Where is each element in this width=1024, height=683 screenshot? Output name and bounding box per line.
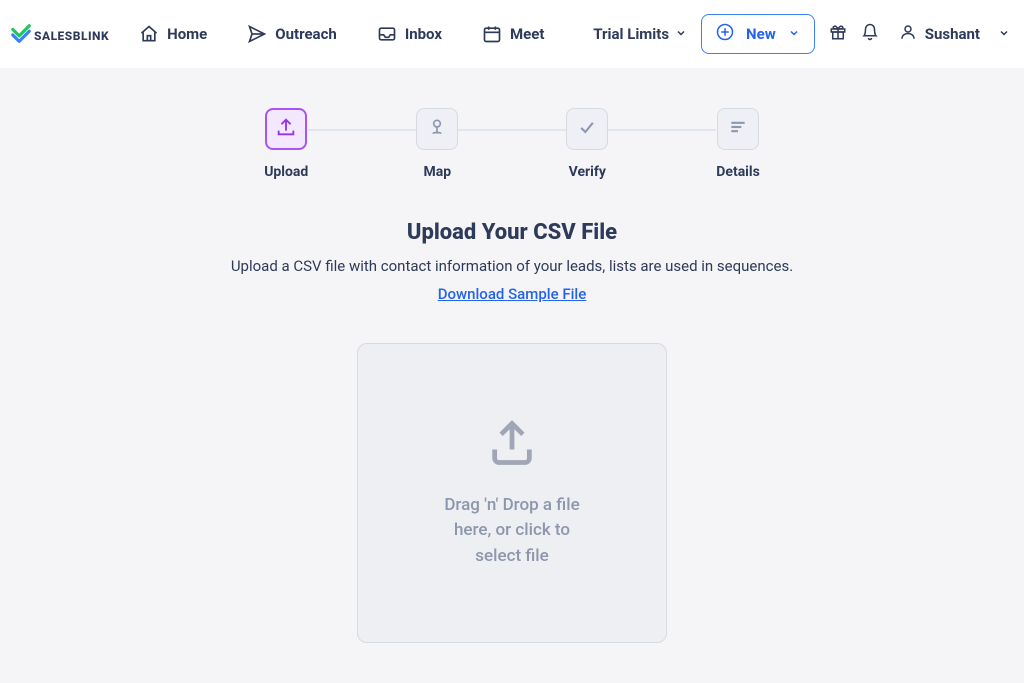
trial-limits-label: Trial Limits bbox=[593, 25, 669, 43]
step-label: Map bbox=[423, 164, 451, 180]
app-header: SALESBLINK Home Outreach bbox=[0, 0, 1024, 68]
step-label: Details bbox=[716, 164, 760, 180]
calendar-icon bbox=[482, 24, 502, 44]
nav-label: Meet bbox=[510, 25, 544, 43]
nav-home[interactable]: Home bbox=[139, 24, 207, 44]
page-title: Upload Your CSV File bbox=[407, 220, 617, 245]
chevron-down-icon bbox=[788, 25, 800, 43]
step-verify[interactable]: Verify bbox=[566, 108, 608, 180]
bell-icon[interactable] bbox=[861, 23, 879, 45]
nav-label: Inbox bbox=[405, 25, 442, 43]
nav-inbox[interactable]: Inbox bbox=[377, 24, 442, 44]
nav-label: Outreach bbox=[275, 25, 337, 43]
main-nav: Home Outreach Inbox bbox=[139, 24, 593, 44]
chevron-down-icon bbox=[675, 25, 687, 43]
step-connector bbox=[608, 129, 716, 131]
new-button[interactable]: New bbox=[701, 14, 815, 54]
logo[interactable]: SALESBLINK bbox=[10, 23, 109, 45]
user-menu[interactable]: Sushant bbox=[899, 23, 1010, 45]
trial-limits-dropdown[interactable]: Trial Limits bbox=[593, 25, 687, 43]
page-subtitle: Upload a CSV file with contact informati… bbox=[231, 257, 793, 275]
dropzone-text: Drag 'n' Drop a file here, or click to s… bbox=[437, 493, 587, 570]
file-dropzone[interactable]: Drag 'n' Drop a file here, or click to s… bbox=[357, 343, 667, 643]
logo-text: SALESBLINK bbox=[34, 25, 109, 44]
progress-stepper: Upload Map Verify bbox=[0, 68, 1024, 200]
step-details[interactable]: Details bbox=[716, 108, 760, 180]
check-icon bbox=[577, 117, 597, 141]
new-button-label: New bbox=[746, 25, 776, 43]
nav-meet[interactable]: Meet bbox=[482, 24, 544, 44]
step-upload[interactable]: Upload bbox=[264, 108, 308, 180]
upload-cloud-icon bbox=[486, 417, 538, 473]
download-sample-link[interactable]: Download Sample File bbox=[438, 285, 587, 303]
step-label: Verify bbox=[569, 164, 606, 180]
nav-label: Home bbox=[167, 25, 207, 43]
step-connector bbox=[308, 129, 416, 131]
send-icon bbox=[247, 24, 267, 44]
step-map[interactable]: Map bbox=[416, 108, 458, 180]
logo-icon bbox=[10, 23, 32, 45]
text-lines-icon bbox=[728, 117, 748, 141]
chevron-down-icon bbox=[998, 25, 1010, 43]
user-name: Sushant bbox=[925, 25, 980, 43]
user-icon bbox=[899, 23, 917, 45]
inbox-icon bbox=[377, 24, 397, 44]
nav-outreach[interactable]: Outreach bbox=[247, 24, 337, 44]
pin-icon bbox=[427, 117, 447, 141]
main-content: Upload Your CSV File Upload a CSV file w… bbox=[0, 200, 1024, 683]
gift-icon[interactable] bbox=[829, 23, 847, 45]
plus-circle-icon bbox=[716, 23, 734, 45]
step-label: Upload bbox=[264, 164, 308, 180]
upload-icon bbox=[275, 116, 297, 142]
header-right: Trial Limits New bbox=[593, 14, 1010, 54]
home-icon bbox=[139, 24, 159, 44]
step-connector bbox=[458, 129, 566, 131]
